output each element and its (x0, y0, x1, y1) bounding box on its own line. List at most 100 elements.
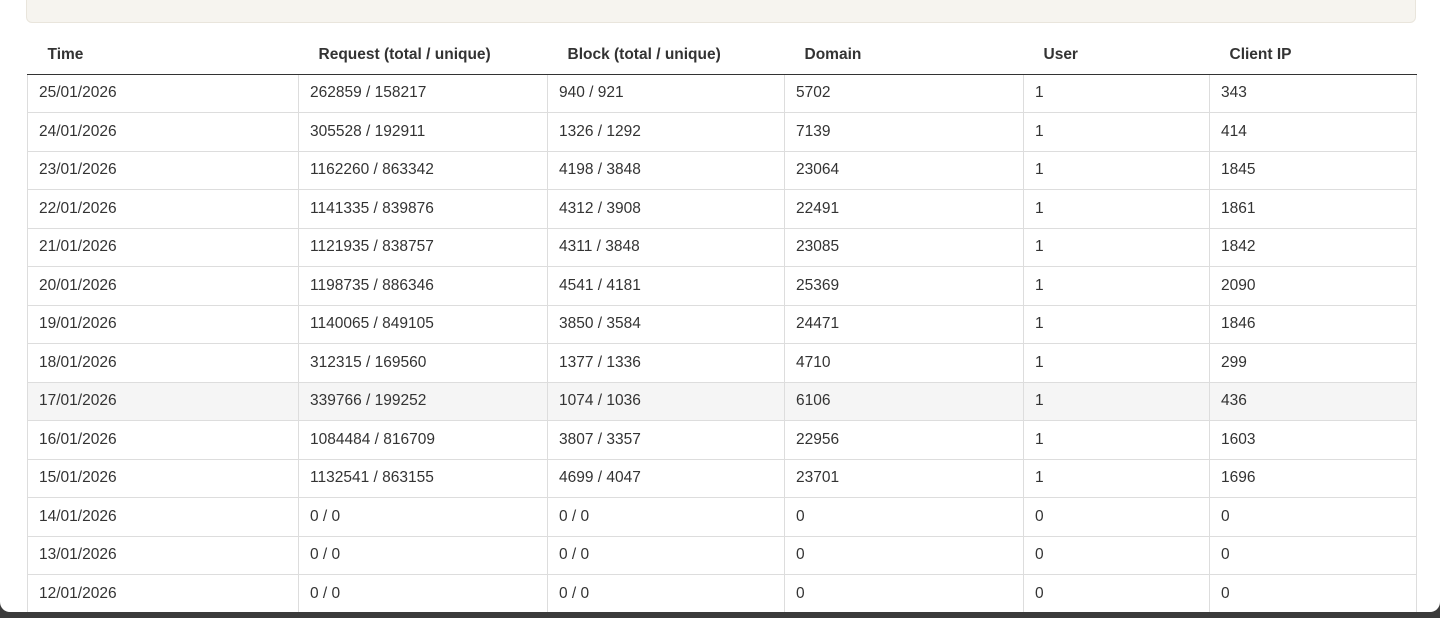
cell-request: 305528 / 192911 (298, 112, 548, 152)
cell-user: 1 (1023, 266, 1210, 306)
cell-time: 23/01/2026 (27, 151, 299, 190)
cell-time: 18/01/2026 (27, 343, 299, 383)
cell-domain: 0 (784, 497, 1024, 537)
table-row[interactable]: 16/01/2026 1084484 / 816709 3807 / 3357 229… (27, 420, 1417, 460)
cell-block: 4699 / 4047 (547, 459, 785, 498)
cell-request: 262859 / 158217 (298, 74, 548, 113)
cell-domain: 7139 (784, 112, 1024, 152)
table-body: 25/01/2026 262859 / 158217 940 / 921 5702 1 3… (27, 74, 1417, 612)
table-row[interactable]: 15/01/2026 1132541 / 863155 4699 / 4047 237… (27, 459, 1417, 498)
cell-request: 1132541 / 863155 (298, 459, 548, 498)
cell-time: 14/01/2026 (27, 497, 299, 537)
column-header-client-ip[interactable]: Client IP (1209, 36, 1417, 75)
cell-client-ip: 0 (1209, 497, 1417, 537)
filter-panel (26, 0, 1416, 23)
cell-request: 312315 / 169560 (298, 343, 548, 383)
stats-table: Time Request (total / unique) Block (tot… (27, 36, 1417, 612)
cell-client-ip: 0 (1209, 536, 1417, 575)
cell-block: 3850 / 3584 (547, 305, 785, 344)
cell-user: 1 (1023, 343, 1210, 383)
column-header-user[interactable]: User (1023, 36, 1210, 75)
cell-time: 24/01/2026 (27, 112, 299, 152)
cell-domain: 5702 (784, 74, 1024, 113)
cell-user: 0 (1023, 536, 1210, 575)
cell-user: 1 (1023, 112, 1210, 152)
cell-domain: 25369 (784, 266, 1024, 306)
table-header: Time Request (total / unique) Block (tot… (27, 36, 1417, 75)
table-row[interactable]: 12/01/2026 0 / 00 / 0000 (27, 574, 1417, 612)
cell-client-ip: 436 (1209, 382, 1417, 421)
cell-user: 1 (1023, 420, 1210, 460)
cell-user: 0 (1023, 574, 1210, 612)
cell-request: 1084484 / 816709 (298, 420, 548, 460)
cell-time: 15/01/2026 (27, 459, 299, 498)
cell-domain: 22956 (784, 420, 1024, 460)
window-bottom-frame (0, 612, 1440, 618)
cell-user: 1 (1023, 228, 1210, 267)
table-row[interactable]: 19/01/2026 1140065 / 849105 3850 / 3584 244… (27, 305, 1417, 344)
cell-client-ip: 1846 (1209, 305, 1417, 344)
table-row[interactable]: 14/01/2026 0 / 00 / 0000 (27, 497, 1417, 537)
stats-table-container: Time Request (total / unique) Block (tot… (27, 36, 1417, 612)
cell-client-ip: 1603 (1209, 420, 1417, 460)
cell-request: 0 / 0 (298, 574, 548, 612)
cell-client-ip: 1696 (1209, 459, 1417, 498)
cell-time: 22/01/2026 (27, 189, 299, 229)
cell-time: 20/01/2026 (27, 266, 299, 306)
table-row[interactable]: 23/01/2026 1162260 / 863342 4198 / 3848 230… (27, 151, 1417, 190)
cell-client-ip: 0 (1209, 574, 1417, 612)
cell-client-ip: 1842 (1209, 228, 1417, 267)
cell-time: 13/01/2026 (27, 536, 299, 575)
table-row[interactable]: 18/01/2026 312315 / 169560 1377 / 1336 4710… (27, 343, 1417, 383)
column-header-request[interactable]: Request (total / unique) (298, 36, 548, 75)
table-row[interactable]: 25/01/2026 262859 / 158217 940 / 921 5702 1 3… (27, 74, 1417, 113)
cell-user: 1 (1023, 189, 1210, 229)
column-header-block[interactable]: Block (total / unique) (547, 36, 785, 75)
cell-request: 1140065 / 849105 (298, 305, 548, 344)
cell-client-ip: 1845 (1209, 151, 1417, 190)
cell-user: 1 (1023, 459, 1210, 498)
table-row[interactable]: 17/01/2026 339766 / 199252 1074 / 1036 6106… (27, 382, 1417, 421)
cell-block: 1326 / 1292 (547, 112, 785, 152)
cell-request: 0 / 0 (298, 497, 548, 537)
cell-user: 0 (1023, 497, 1210, 537)
column-header-time[interactable]: Time (27, 36, 299, 75)
table-row[interactable]: 22/01/2026 1141335 / 839876 4312 / 3908 224… (27, 189, 1417, 229)
cell-user: 1 (1023, 305, 1210, 344)
table-row[interactable]: 21/01/2026 1121935 / 838757 4311 / 3848 230… (27, 228, 1417, 267)
cell-domain: 23064 (784, 151, 1024, 190)
cell-block: 0 / 0 (547, 574, 785, 612)
cell-request: 1121935 / 838757 (298, 228, 548, 267)
page: Time Request (total / unique) Block (tot… (0, 0, 1440, 612)
cell-domain: 23701 (784, 459, 1024, 498)
cell-domain: 0 (784, 574, 1024, 612)
cell-client-ip: 1861 (1209, 189, 1417, 229)
table-row[interactable]: 13/01/2026 0 / 00 / 0000 (27, 536, 1417, 575)
cell-block: 0 / 0 (547, 536, 785, 575)
cell-block: 4312 / 3908 (547, 189, 785, 229)
header-row: Time Request (total / unique) Block (tot… (27, 36, 1417, 75)
cell-block: 4311 / 3848 (547, 228, 785, 267)
cell-request: 1141335 / 839876 (298, 189, 548, 229)
cell-request: 1162260 / 863342 (298, 151, 548, 190)
cell-block: 1377 / 1336 (547, 343, 785, 383)
cell-user: 1 (1023, 151, 1210, 190)
cell-block: 4198 / 3848 (547, 151, 785, 190)
cell-client-ip: 2090 (1209, 266, 1417, 306)
cell-block: 4541 / 4181 (547, 266, 785, 306)
cell-block: 1074 / 1036 (547, 382, 785, 421)
cell-client-ip: 343 (1209, 74, 1417, 113)
cell-block: 940 / 921 (547, 74, 785, 113)
table-row[interactable]: 20/01/2026 1198735 / 886346 4541 / 4181 253… (27, 266, 1417, 306)
cell-domain: 24471 (784, 305, 1024, 344)
cell-request: 0 / 0 (298, 536, 548, 575)
cell-block: 0 / 0 (547, 497, 785, 537)
table-row[interactable]: 24/01/2026 305528 / 192911 1326 / 1292 7139… (27, 112, 1417, 152)
column-header-domain[interactable]: Domain (784, 36, 1024, 75)
cell-domain: 23085 (784, 228, 1024, 267)
cell-request: 1198735 / 886346 (298, 266, 548, 306)
cell-request: 339766 / 199252 (298, 382, 548, 421)
cell-domain: 0 (784, 536, 1024, 575)
cell-block: 3807 / 3357 (547, 420, 785, 460)
cell-time: 16/01/2026 (27, 420, 299, 460)
